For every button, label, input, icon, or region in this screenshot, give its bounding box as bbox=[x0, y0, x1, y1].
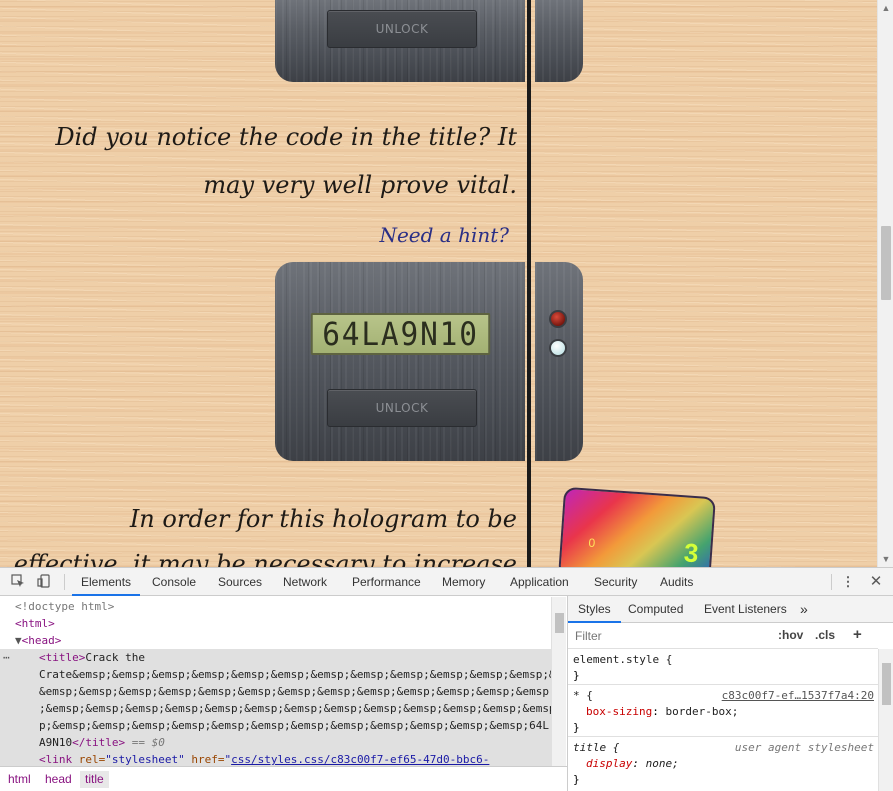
title-text-line-1: Crack the bbox=[85, 651, 145, 664]
hint-link[interactable]: Need a hint? bbox=[379, 223, 509, 247]
paragraph-2-line-1: In order for this hologram to be bbox=[129, 505, 517, 533]
title-text-line-2: Crate&emsp;&emsp;&emsp;&emsp;&emsp;&emsp… bbox=[39, 668, 551, 681]
tab-network[interactable]: Network bbox=[283, 568, 327, 596]
tab-event-listeners[interactable]: Event Listeners bbox=[704, 596, 787, 623]
tab-console[interactable]: Console bbox=[152, 568, 196, 596]
more-options-icon[interactable]: ⋮ bbox=[840, 574, 856, 590]
more-tabs-icon[interactable]: » bbox=[800, 596, 808, 623]
tab-computed[interactable]: Computed bbox=[628, 596, 683, 623]
title-text-line-5: p;&emsp;&emsp;&emsp;&emsp;&emsp;&emsp;&e… bbox=[39, 719, 549, 732]
scroll-down-arrow-icon[interactable]: ▼ bbox=[878, 551, 893, 567]
inspect-element-icon[interactable] bbox=[10, 574, 26, 590]
paragraph-1-line-2: may very well prove vital. bbox=[203, 171, 517, 199]
link-tag: <link bbox=[39, 753, 73, 766]
hologram-glyph-small: 0 bbox=[588, 535, 596, 551]
code-lcd-display: 64LA9N10 bbox=[310, 313, 491, 355]
scrollbar-thumb[interactable] bbox=[555, 613, 564, 633]
cls-toggle-button[interactable]: .cls bbox=[815, 628, 835, 642]
scroll-up-arrow-icon[interactable]: ▲ bbox=[878, 0, 893, 16]
scrollbar-thumb[interactable] bbox=[881, 226, 891, 300]
expand-triangle-icon[interactable]: ▼ bbox=[15, 634, 22, 647]
new-style-rule-button[interactable]: + bbox=[853, 626, 862, 643]
rule-property: display: none; bbox=[586, 757, 679, 770]
ellipsis-icon[interactable]: ⋯ bbox=[3, 649, 10, 666]
property-value: none; bbox=[645, 757, 679, 770]
title-text-end: A9N10 bbox=[39, 736, 73, 749]
rule-source-link[interactable]: c83c00f7-ef…1537f7a4:20 bbox=[722, 688, 874, 704]
rule-selector: element.style { bbox=[573, 653, 673, 666]
head-tag: <head> bbox=[21, 634, 62, 647]
rule-element-style[interactable]: element.style { } bbox=[568, 649, 878, 685]
rule-close-brace: } bbox=[573, 773, 580, 786]
tab-audits[interactable]: Audits bbox=[660, 568, 693, 596]
web-page-viewport: UNLOCK Did you notice the code in the ti… bbox=[0, 0, 877, 567]
tab-sources[interactable]: Sources bbox=[218, 568, 262, 596]
rule-title[interactable]: title { user agent stylesheet display: n… bbox=[568, 737, 878, 791]
breadcrumb-head[interactable]: head bbox=[40, 771, 77, 788]
tab-separator bbox=[831, 574, 832, 590]
devtools-tab-bar: Elements Console Sources Network Perform… bbox=[0, 568, 893, 596]
title-text-line-6: A9N10</title> == $0 bbox=[39, 734, 165, 751]
center-divider-line bbox=[527, 0, 531, 567]
red-indicator-light bbox=[549, 310, 567, 328]
elements-scrollbar[interactable] bbox=[551, 597, 566, 766]
breadcrumb-title[interactable]: title bbox=[80, 771, 109, 788]
styles-tab-bar: Styles Computed Event Listeners » bbox=[568, 596, 893, 623]
white-indicator-light bbox=[549, 339, 567, 357]
tab-application[interactable]: Application bbox=[510, 568, 569, 596]
hov-toggle-button[interactable]: :hov bbox=[778, 628, 803, 642]
html-node[interactable]: <html> bbox=[15, 615, 55, 632]
link-node[interactable]: <link rel="stylesheet" href="css/styles.… bbox=[39, 751, 489, 766]
title-text-line-3: &emsp;&emsp;&emsp;&emsp;&emsp;&emsp;&ems… bbox=[39, 685, 551, 698]
rule-property[interactable]: box-sizing: border-box; bbox=[573, 704, 873, 720]
rule-source-label: user agent stylesheet bbox=[734, 741, 874, 754]
head-node[interactable]: ▼<head> bbox=[15, 632, 61, 649]
filter-row: :hov .cls + bbox=[568, 623, 878, 649]
property-value[interactable]: border-box; bbox=[665, 705, 738, 718]
crate-2-body bbox=[275, 262, 525, 461]
paragraph-2-line-2: effective, it may be necessary to increa… bbox=[13, 550, 517, 567]
rel-value: "stylesheet" bbox=[105, 753, 185, 766]
selected-node-marker: == $0 bbox=[131, 736, 165, 749]
hologram-card[interactable]: 0 3 bbox=[558, 486, 716, 567]
tab-performance[interactable]: Performance bbox=[352, 568, 421, 596]
doctype-node[interactable]: <!doctype html> bbox=[15, 598, 114, 615]
rule-close-brace: } bbox=[573, 669, 580, 682]
styles-scrollbar[interactable] bbox=[878, 649, 893, 791]
crate-2-side bbox=[535, 262, 583, 461]
title-text-line-4: ;&emsp;&emsp;&emsp;&emsp;&emsp;&emsp;&em… bbox=[39, 702, 551, 715]
breadcrumb-html[interactable]: html bbox=[3, 771, 36, 788]
tab-memory[interactable]: Memory bbox=[442, 568, 485, 596]
devtools-panel: Elements Console Sources Network Perform… bbox=[0, 567, 893, 791]
page-vertical-scrollbar[interactable]: ▲ ▼ bbox=[877, 0, 893, 567]
paragraph-1-line-1: Did you notice the code in the title? It bbox=[55, 123, 517, 151]
href-attr: href= bbox=[191, 753, 225, 766]
stylesheet-link[interactable]: css/styles.css/c83c00f7-ef65-47d0-bbc6- bbox=[231, 753, 489, 766]
tab-styles[interactable]: Styles bbox=[568, 596, 621, 623]
tab-elements[interactable]: Elements bbox=[72, 568, 141, 596]
property-name[interactable]: box-sizing bbox=[586, 705, 652, 718]
rel-attr: rel= bbox=[78, 753, 106, 766]
crate-1-unlock-button[interactable]: UNLOCK bbox=[327, 10, 477, 48]
elements-tree[interactable]: <!doctype html> <html> ▼<head> ⋯ <title>… bbox=[0, 597, 551, 766]
scrollbar-thumb[interactable] bbox=[882, 663, 891, 705]
title-node[interactable]: <title>Crack the bbox=[39, 649, 145, 666]
hologram-glyph-large: 3 bbox=[682, 537, 700, 567]
breadcrumb: html head title bbox=[0, 766, 567, 791]
styles-filter-input[interactable] bbox=[572, 626, 768, 646]
property-name: display bbox=[586, 757, 633, 770]
styles-pane: Styles Computed Event Listeners » :hov .… bbox=[567, 596, 893, 791]
rule-close-brace: } bbox=[573, 721, 580, 734]
close-icon[interactable]: ✕ bbox=[868, 574, 884, 590]
title-open-tag: <title> bbox=[39, 651, 86, 664]
tab-separator bbox=[64, 574, 65, 590]
crate-1-side bbox=[535, 0, 583, 82]
rule-universal[interactable]: * { c83c00f7-ef…1537f7a4:20 box-sizing: … bbox=[568, 685, 878, 737]
device-toolbar-icon[interactable] bbox=[36, 574, 52, 590]
crate-2-unlock-button[interactable]: UNLOCK bbox=[327, 389, 477, 427]
tab-security[interactable]: Security bbox=[594, 568, 637, 596]
title-close-tag: </title> bbox=[72, 736, 126, 749]
